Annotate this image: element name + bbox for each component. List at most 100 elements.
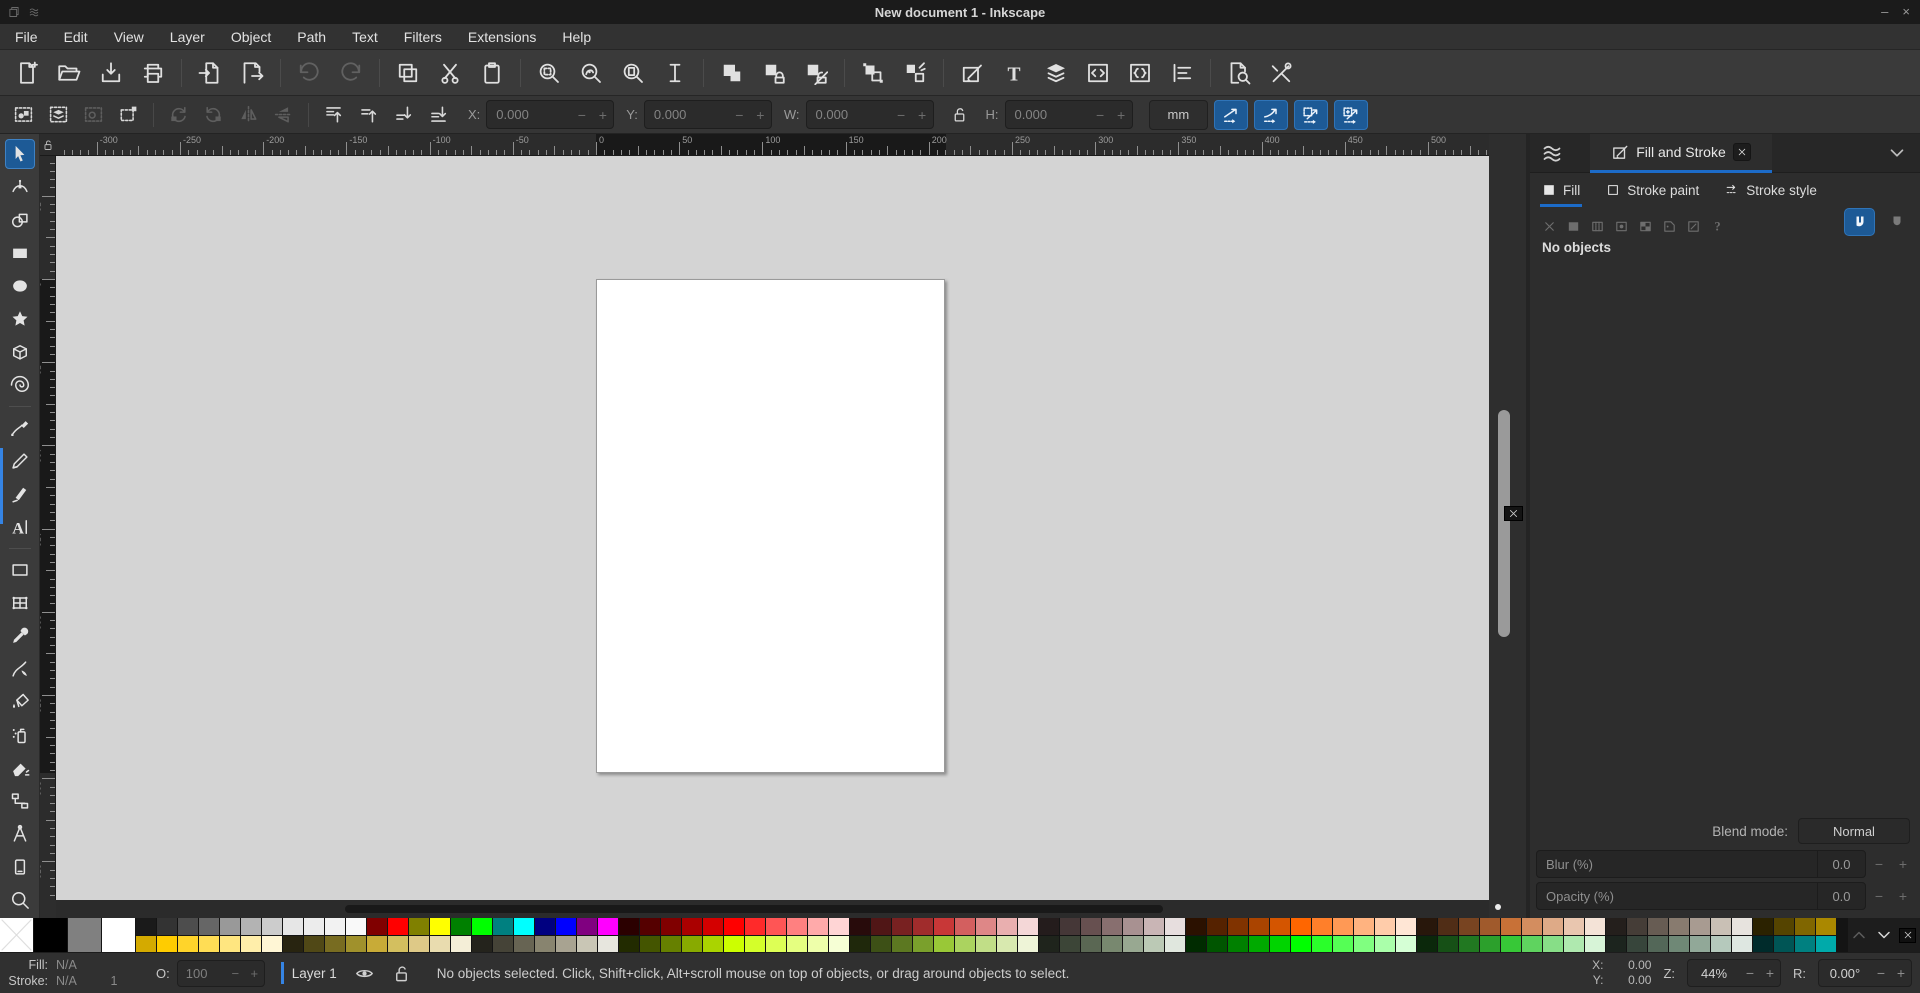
y-field-value[interactable]: 0.000 [645,107,729,122]
selector-tool[interactable] [4,139,35,169]
palette-swatch[interactable] [976,935,996,952]
palette-swatch[interactable] [1627,935,1647,952]
palette-swatch[interactable] [1438,935,1458,952]
palette-swatch[interactable] [1648,935,1668,952]
palette-swatch[interactable] [745,918,765,935]
palette-swatch[interactable] [1018,918,1038,935]
create-clone-button[interactable] [755,54,793,92]
h-field-value[interactable]: 0.000 [1006,107,1090,122]
canvas[interactable] [56,156,1489,900]
y-field-increase[interactable]: + [750,107,771,123]
spiral-tool[interactable] [5,370,35,400]
gradient-tool[interactable] [5,555,35,585]
palette-swatch[interactable] [1459,935,1479,952]
palette-swatch[interactable] [1732,918,1752,935]
palette-swatch[interactable] [619,918,639,935]
palette-swatch[interactable] [1249,918,1269,935]
unlink-clone-button[interactable] [797,54,835,92]
palette-swatch[interactable] [220,918,240,935]
palette-swatch[interactable] [451,918,471,935]
palette-swatch[interactable] [1207,935,1227,952]
palette-swatch[interactable] [1102,935,1122,952]
palette-swatch[interactable] [535,935,555,952]
palette-swatch[interactable] [871,918,891,935]
import-button[interactable] [191,54,229,92]
palette-swatch[interactable] [1606,935,1626,952]
linear-gradient-button[interactable] [1590,219,1605,234]
radial-gradient-button[interactable] [1614,219,1629,234]
shape-builder-tool[interactable] [5,205,35,235]
spray-tool[interactable] [5,720,35,750]
h-field[interactable]: 0.000− + [1004,100,1133,129]
palette-swatch[interactable] [1396,918,1416,935]
calligraphy-tool[interactable] [5,479,35,509]
palette-swatch[interactable] [1543,918,1563,935]
palette-swatch[interactable] [1228,935,1248,952]
palette-swatch[interactable] [1480,935,1500,952]
menu-extensions[interactable]: Extensions [455,24,549,49]
palette-swatch[interactable] [661,935,681,952]
opacity-increase[interactable]: + [245,966,264,981]
palette-swatch[interactable] [367,918,387,935]
palette-swatch[interactable] [1333,935,1353,952]
palette-swatch[interactable] [262,918,282,935]
rotation-decrease[interactable]: − [1871,965,1891,981]
opacity-spinbox[interactable]: 100 − + [176,959,265,987]
open-document-button[interactable] [50,54,88,92]
palette-swatch[interactable] [1291,935,1311,952]
palette-swatch[interactable] [1711,918,1731,935]
swatch-button[interactable] [1662,219,1677,234]
palette-swatch[interactable] [1354,918,1374,935]
document-properties-button[interactable] [1220,54,1258,92]
paint-bucket-tool[interactable] [5,687,35,717]
palette-swatch[interactable] [1606,918,1626,935]
zoom-to-drawing-button[interactable] [572,54,610,92]
palette-swatch[interactable] [493,935,513,952]
palette-swatch[interactable] [1816,935,1836,952]
palette-swatch[interactable] [1060,918,1080,935]
opacity-decrease-button[interactable]: − [1868,888,1890,904]
w-field-decrease[interactable]: − [891,107,912,123]
tab-stroke-paint[interactable]: Stroke paint [1606,173,1699,207]
palette-swatch[interactable] [1228,918,1248,935]
lower-one-step-button[interactable] [387,100,420,130]
fill-rule-nonzero-button[interactable] [1881,208,1912,236]
palette-swatch[interactable] [283,918,303,935]
fill-stroke-dialog-button[interactable] [953,54,991,92]
palette-config-button[interactable] [1899,927,1916,943]
ruler-corner[interactable] [40,134,56,156]
palette-swatch[interactable] [199,935,219,952]
node-tool[interactable] [5,172,35,202]
palette-swatch[interactable] [1375,935,1395,952]
toggle-move-gradients[interactable] [1294,99,1329,130]
star-tool[interactable] [5,304,35,334]
palette-swatch[interactable] [136,935,156,952]
opacity-slider[interactable]: Opacity (%) 0.0 [1536,882,1866,910]
palette-swatch[interactable] [68,918,101,952]
palette-swatch[interactable] [1585,918,1605,935]
page-tool[interactable] [5,852,35,882]
horizontal-scrollbar[interactable] [56,900,1489,918]
close-button[interactable]: × [1902,0,1910,24]
raise-to-top-button[interactable] [317,100,350,130]
palette-swatch[interactable] [199,918,219,935]
palette-swatch[interactable] [472,918,492,935]
palette-swatch[interactable] [241,918,261,935]
toggle-scale-rounded-corners[interactable] [1254,99,1289,130]
palette-swatch[interactable] [178,935,198,952]
menu-layer[interactable]: Layer [157,24,218,49]
palette-swatch[interactable] [241,935,261,952]
palette-swatch[interactable] [325,918,345,935]
measure-tool[interactable] [5,819,35,849]
blur-slider[interactable]: Blur (%) 0.0 [1536,850,1866,878]
palette-swatch[interactable] [1522,918,1542,935]
palette-swatch[interactable] [577,935,597,952]
palette-swatch[interactable] [1501,935,1521,952]
zoom-to-page-button[interactable] [614,54,652,92]
cut-button[interactable] [431,54,469,92]
preferences-button[interactable] [1262,54,1300,92]
opacity-increase-button[interactable]: + [1892,888,1914,904]
palette-swatch[interactable] [850,935,870,952]
dock-tab-fill-and-stroke[interactable]: Fill and Stroke [1590,134,1772,170]
h-field-decrease[interactable]: − [1090,107,1111,123]
